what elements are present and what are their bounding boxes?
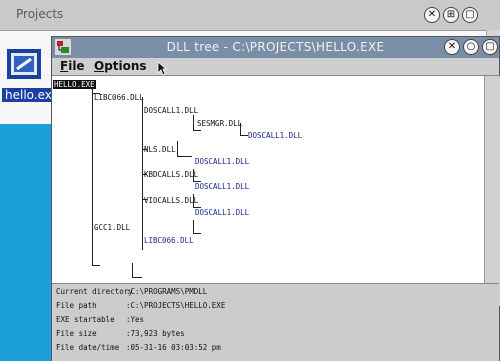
tree-leaf-node[interactable]: DOSCALL1.DLL [195,157,249,166]
tree-node[interactable]: KBDCALLS.DLL [144,170,198,179]
dll-tree-window: DLL tree - C:\PROJECTS\HELLO.EXE ✕ ○ ▢ F… [51,36,500,361]
info-row-exe-startable: EXE startable:Yes [56,315,145,324]
file-datetime-value: 05-31-16 03:03:52 pm [130,343,221,352]
tree-node[interactable]: GCC1.DLL [94,223,130,232]
tree-connector [240,135,248,136]
menu-file[interactable]: File [60,59,85,73]
tree-connector [177,141,178,156]
tree-leaf-node[interactable]: DOSCALL1.DLL [195,182,249,191]
window-menu-icon[interactable]: ⊞ [443,7,459,23]
tree-leaf-node[interactable]: LIBC066.DLL [144,236,194,245]
tree-leaf-node[interactable]: DOSCALL1.DLL [195,208,249,217]
tree-leaf-node[interactable]: DOSCALL1.DLL [248,131,302,140]
tree-node[interactable]: VIOCALLS.DLL [144,196,198,205]
info-row-file-datetime: File date/time:05-31-16 03:03:52 pm [56,343,221,352]
tree-connector [193,220,194,233]
tree-node[interactable]: DOSCALL1.DLL [144,106,198,115]
vertical-scrollbar[interactable] [484,76,500,306]
dll-tree-view[interactable]: HELLO.EXE LIBC066.DLL DOSCALL1.DLL SESMG… [52,75,499,318]
projects-titlebar[interactable]: Projects ✕ ⊞ ▢ [0,0,500,31]
window-title: DLL tree - C:\PROJECTS\HELLO.EXE [166,40,385,54]
tree-connector [92,85,93,265]
tree-node[interactable]: SESMGR.DLL [197,119,242,128]
tree-connector [177,156,192,157]
close-icon[interactable]: ✕ [424,7,440,23]
info-row-file-size: File size:73,923 bytes [56,329,185,338]
tree-connector [193,130,201,131]
projects-title: Projects [16,7,64,21]
mouse-pointer-icon [157,61,167,76]
info-row-file-path: File path:C:\PROJECTS\HELLO.EXE [56,301,226,310]
close-icon[interactable]: ✕ [444,39,460,55]
minimize-icon[interactable]: ○ [463,39,479,55]
tree-node[interactable]: NLS.DLL [144,145,176,154]
current-directory-value: C:\PROGRAMS\PMDLL [130,287,208,296]
menu-options[interactable]: Options [94,59,147,73]
file-info-panel: Current directory:C:\PROGRAMS\PMDLL File… [52,283,499,361]
executable-file-icon[interactable] [4,44,44,84]
restore-icon[interactable]: ▢ [462,7,478,23]
tree-connector [193,233,201,234]
file-size-value: 73,923 bytes [130,329,185,338]
maximize-icon[interactable]: ▢ [482,39,498,55]
info-row-current-directory: Current directory:C:\PROGRAMS\PMDLL [56,287,208,296]
tree-connector [193,115,194,130]
tree-connector [92,265,100,266]
tree-root-node[interactable]: HELLO.EXE [53,80,96,89]
tree-node[interactable]: LIBC066.DLL [94,93,144,102]
tree-connector [132,263,133,277]
menu-bar: File Options [52,58,499,75]
file-path-value: C:\PROJECTS\HELLO.EXE [130,301,226,310]
window-titlebar[interactable]: DLL tree - C:\PROJECTS\HELLO.EXE ✕ ○ ▢ [52,37,499,59]
exe-startable-value: Yes [130,315,145,324]
tree-connector [132,277,142,278]
